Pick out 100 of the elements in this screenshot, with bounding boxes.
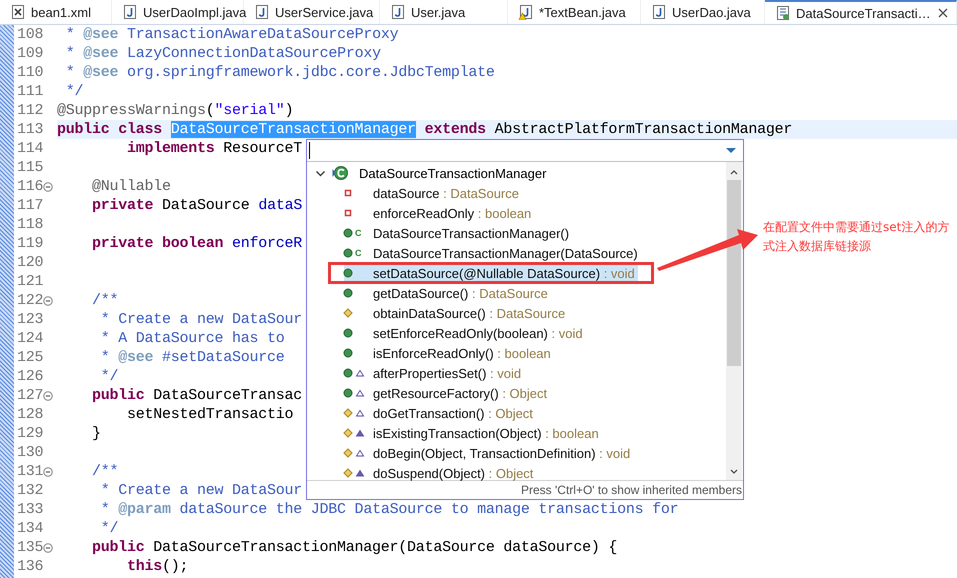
filter-field[interactable] — [307, 140, 743, 162]
line-number: 121 — [17, 272, 44, 291]
line-number: 116 — [17, 177, 44, 196]
code-line: * @see TransactionAwareDataSourceProxy — [64, 25, 398, 44]
editor-tab[interactable]: DataSourceTransacti… — [765, 0, 957, 24]
line-number: 111 — [17, 82, 44, 101]
protected-method-icon — [342, 407, 354, 419]
java-file-icon — [254, 4, 270, 20]
scrollbar[interactable] — [726, 162, 742, 480]
outline-item[interactable]: C DataSourceTransactionManager(DataSource) — [344, 244, 641, 262]
line-number: 136 — [17, 557, 44, 576]
outline-item[interactable]: getDataSource() : DataSource — [344, 284, 551, 302]
public-method-icon — [342, 367, 354, 379]
outline-item[interactable]: doSuspend(Object) : Object — [344, 464, 536, 482]
fold-icon[interactable] — [43, 466, 54, 476]
outline-item[interactable]: obtainDataSource() : DataSource — [344, 304, 568, 322]
line-number: 123 — [17, 310, 44, 329]
code-line: * Create a new DataSour — [100, 481, 302, 500]
code-line: * Create a new DataSour — [100, 310, 302, 329]
class-file-icon — [775, 5, 791, 21]
outline-item[interactable]: getResourceFactory() : Object — [344, 384, 550, 402]
code-line: @Nullable — [91, 177, 171, 196]
code-line: @SuppressWarnings("serial") — [57, 101, 294, 120]
private-field-icon — [342, 207, 354, 219]
code-line: * @param dataSource the JDBC DataSource to manage transactions for — [100, 500, 678, 519]
public-method-icon — [342, 247, 354, 259]
code-line: * @see org.springframework.jdbc.core.JdbcTemplate — [64, 63, 495, 82]
code-line: */ — [100, 519, 118, 538]
annotation-text: 在配置文件中需要通过set注入的方式注入数据库链接源 — [763, 219, 950, 255]
line-number: 128 — [17, 405, 44, 424]
code-line: this(); — [126, 557, 188, 576]
line-number: 129 — [17, 424, 44, 443]
outline-item[interactable]: doGetTransaction() : Object — [344, 404, 536, 422]
outline-item[interactable]: enforceReadOnly : boolean — [344, 204, 534, 222]
public-method-icon — [342, 227, 354, 239]
outline-item[interactable]: C DataSourceTransactionManager() — [344, 224, 572, 242]
public-method-icon — [342, 347, 354, 359]
constructor-mark: C — [355, 248, 362, 258]
line-number: 119 — [17, 234, 44, 253]
code-line: implements ResourceT — [126, 139, 302, 158]
hint-text: Press 'Ctrl+O' to show inherited members — [307, 480, 743, 499]
code-line: * A DataSource has to — [100, 329, 285, 348]
line-number: 118 — [17, 215, 44, 234]
protected-method-icon — [342, 447, 354, 459]
line-number: 134 — [17, 519, 44, 538]
line-number: 130 — [17, 443, 44, 462]
fold-icon[interactable] — [43, 296, 54, 306]
outline-item[interactable]: dataSource : DataSource — [344, 184, 522, 202]
fold-icon[interactable] — [43, 182, 54, 192]
public-method-icon — [342, 327, 354, 339]
public-method-icon — [342, 287, 354, 299]
xml-file-icon — [10, 4, 26, 20]
code-line: private DataSource dataS — [91, 196, 302, 215]
protected-method-icon — [342, 307, 354, 319]
java-file-icon — [651, 4, 667, 20]
outline-item[interactable]: afterPropertiesSet() : void — [344, 364, 524, 382]
class-name[interactable]: DataSourceTransactionManager — [359, 166, 546, 180]
line-number: 114 — [17, 139, 44, 158]
outline-item[interactable]: isEnforceReadOnly() : boolean — [344, 344, 554, 362]
outline-item[interactable]: isExistingTransaction(Object) : boolean — [344, 424, 602, 442]
protected-method-icon — [342, 427, 354, 439]
line-number: 120 — [17, 253, 44, 272]
fold-icon[interactable] — [43, 390, 54, 400]
line-number: 115 — [17, 158, 44, 177]
private-field-icon — [342, 187, 354, 199]
editor-tab[interactable]: User.java — [380, 0, 508, 24]
menu-icon[interactable] — [725, 147, 737, 154]
line-number: 135 — [17, 538, 44, 557]
public-method-icon — [342, 267, 354, 279]
java-file-icon — [122, 4, 138, 20]
class-icon — [332, 165, 349, 181]
line-number: 133 — [17, 500, 44, 519]
fold-icon[interactable] — [43, 542, 54, 552]
line-number: 131 — [17, 462, 44, 481]
outline-item[interactable]: doBegin(Object, TransactionDefinition) : void — [344, 444, 634, 462]
line-number: 110 — [17, 63, 44, 82]
line-number: 125 — [17, 348, 44, 367]
java-file-warning-icon — [518, 4, 534, 20]
close-icon[interactable] — [936, 6, 950, 20]
code-line: public class DataSourceTransactionManager extends AbstractPlatformTransactionManager — [57, 120, 792, 139]
code-line: public DataSourceTransac — [91, 386, 302, 405]
line-number: 122 — [17, 291, 44, 310]
code-line: /** — [91, 291, 118, 310]
line-number: 112 — [17, 101, 44, 120]
constructor-mark: C — [355, 228, 362, 238]
line-number: 132 — [17, 481, 44, 500]
code-line: */ — [100, 367, 118, 386]
code-line: } — [91, 424, 101, 443]
line-number: 108 — [17, 25, 44, 44]
code-line: */ — [64, 82, 84, 101]
code-line: private boolean enforceR — [91, 234, 302, 253]
editor-tab[interactable]: bean1.xml — [0, 0, 112, 24]
code-line: setNestedTransactio — [126, 405, 294, 424]
line-number: 117 — [17, 196, 44, 215]
line-number: 113 — [17, 120, 44, 139]
editor-tab[interactable]: UserDaoImpl.java — [112, 0, 244, 24]
line-number: 109 — [17, 44, 44, 63]
line-number: 126 — [17, 367, 44, 386]
outline-item[interactable]: setEnforceReadOnly(boolean) : void — [344, 324, 586, 342]
editor-tab[interactable]: *TextBean.java — [508, 0, 641, 24]
